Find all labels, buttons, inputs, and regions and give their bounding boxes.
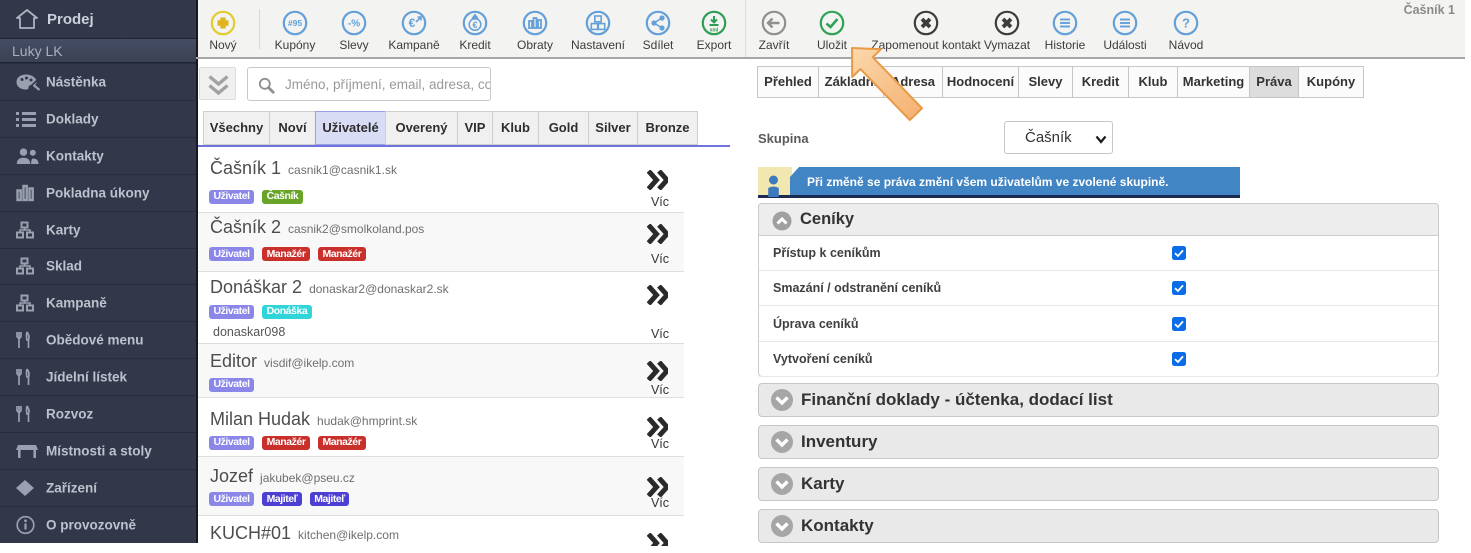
svg-text:-%: -%	[348, 19, 360, 30]
svg-text:xml: xml	[710, 28, 719, 34]
svg-text:#95: #95	[288, 18, 302, 28]
svg-text:€: €	[409, 16, 416, 30]
svg-text:?: ?	[1182, 16, 1190, 31]
svg-text:€: €	[472, 20, 477, 30]
